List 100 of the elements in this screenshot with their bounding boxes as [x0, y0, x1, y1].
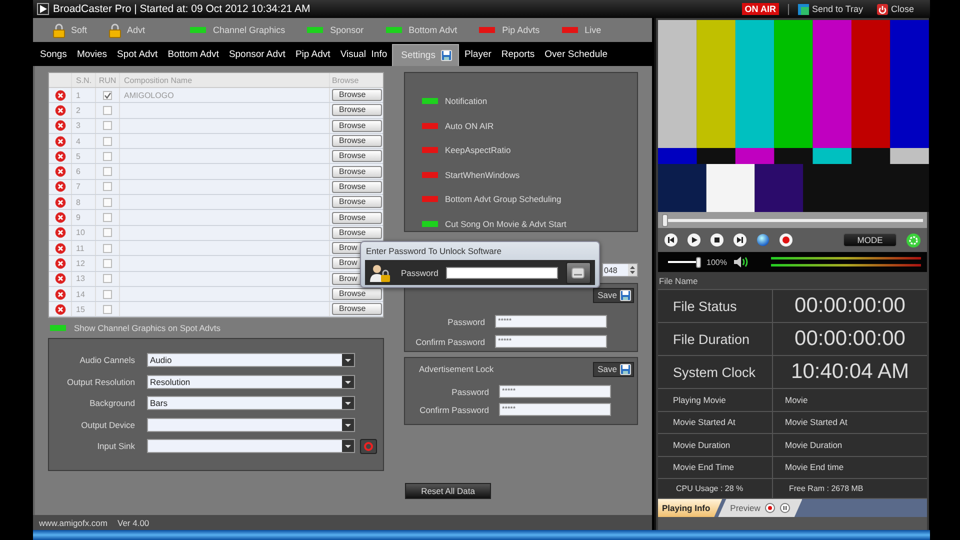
dropdown-field[interactable]: Resolution — [147, 374, 355, 388]
info-label: Movie End Time — [673, 462, 734, 472]
close-button[interactable]: Close — [876, 4, 914, 14]
field-label: Output Device — [80, 420, 135, 430]
save-button[interactable]: Save — [592, 288, 634, 302]
table-cell: 6 — [76, 167, 80, 176]
run-checkbox[interactable] — [103, 198, 112, 207]
tab[interactable]: Visual Info — [335, 42, 392, 66]
delete-icon[interactable] — [54, 212, 66, 224]
dropdown-icon — [342, 418, 354, 430]
spin-arrows-icon — [628, 264, 637, 276]
previous-icon[interactable] — [664, 233, 678, 247]
delete-icon[interactable] — [54, 150, 66, 162]
tab[interactable]: Over Schedule — [540, 42, 613, 66]
version-label: Ver 4.00 — [118, 518, 150, 528]
info-value: Movie Duration — [785, 440, 842, 450]
run-checkbox[interactable] — [103, 290, 112, 298]
delete-icon[interactable] — [54, 288, 66, 300]
password-field[interactable] — [446, 266, 558, 278]
delete-icon[interactable] — [54, 304, 66, 315]
save-icon — [620, 290, 631, 300]
volume-slider[interactable] — [668, 256, 701, 268]
slider-thumb[interactable] — [696, 256, 701, 268]
dropdown-icon — [342, 397, 354, 409]
browse-button[interactable]: Browse — [332, 196, 382, 208]
column-header: RUN — [98, 76, 116, 84]
tab[interactable]: Sponsor Advt — [224, 42, 290, 66]
number-spinner[interactable]: 048 — [602, 263, 638, 277]
tab[interactable]: Bottom Advt — [162, 42, 224, 66]
delete-icon[interactable] — [54, 258, 66, 269]
mode-button[interactable]: MODE — [843, 233, 897, 247]
browse-button[interactable]: Browse — [332, 150, 382, 162]
tab[interactable]: Player — [459, 42, 496, 66]
play-icon[interactable] — [687, 233, 701, 247]
tab[interactable]: Songs — [35, 42, 72, 66]
stop-icon[interactable] — [710, 233, 724, 247]
tab[interactable]: Playing Info — [658, 499, 722, 517]
run-checkbox[interactable] — [103, 228, 112, 238]
record-icon[interactable] — [765, 503, 776, 513]
pause-icon[interactable] — [780, 503, 790, 513]
delete-icon[interactable] — [54, 227, 66, 238]
dropdown-field[interactable] — [147, 418, 355, 432]
delete-icon[interactable] — [54, 181, 66, 192]
delete-icon[interactable] — [54, 104, 66, 116]
browse-button[interactable]: Browse — [332, 226, 382, 239]
seek-slider[interactable] — [662, 214, 923, 226]
browse-button[interactable]: Browse — [332, 104, 382, 116]
record-icon[interactable] — [779, 233, 793, 247]
browse-button[interactable]: Browse — [332, 135, 382, 148]
save-button[interactable]: Save — [592, 362, 634, 376]
delete-icon[interactable] — [54, 196, 66, 208]
send-to-tray-button[interactable]: Send to Tray — [798, 4, 863, 14]
slider-thumb[interactable] — [662, 214, 668, 226]
run-checkbox[interactable] — [103, 258, 112, 268]
browse-button[interactable]: Browse — [332, 288, 382, 300]
dropdown-icon — [342, 376, 354, 388]
run-checkbox[interactable] — [103, 182, 112, 192]
run-checkbox[interactable] — [103, 213, 112, 222]
unlock-button[interactable] — [566, 262, 591, 284]
run-checkbox[interactable] — [103, 121, 112, 130]
tab[interactable]: Pip Advt — [290, 42, 336, 66]
run-checkbox[interactable] — [103, 167, 112, 176]
browse-button[interactable]: Browse — [332, 180, 382, 193]
delete-icon[interactable] — [54, 90, 66, 101]
info-label: File Duration — [673, 332, 750, 346]
tab[interactable]: Spot Advt — [112, 42, 163, 66]
tab[interactable]: Reports — [496, 42, 540, 66]
delete-icon[interactable] — [54, 273, 66, 284]
browse-button[interactable]: Browse — [332, 212, 382, 224]
tab[interactable]: Preview — [718, 499, 802, 517]
run-checkbox[interactable] — [103, 244, 112, 253]
run-checkbox[interactable] — [103, 106, 112, 115]
delete-icon[interactable] — [54, 120, 66, 132]
dropdown-field[interactable]: Bars — [147, 396, 355, 410]
browse-button[interactable]: Browse — [332, 166, 382, 178]
run-checkbox[interactable] — [103, 136, 112, 146]
record-button[interactable] — [360, 438, 377, 454]
next-icon[interactable] — [733, 233, 747, 247]
reset-button[interactable]: Reset All Data — [405, 483, 491, 499]
delete-icon[interactable] — [54, 242, 66, 254]
window-title: BroadCaster Pro | Started at: 09 Oct 2012 10:34:21 AM — [53, 3, 310, 15]
dropdown-field[interactable]: Audio — [147, 353, 355, 367]
table-cell: 4 — [76, 136, 80, 146]
delete-icon[interactable] — [54, 136, 66, 147]
info-value: 00:00:00:00 — [794, 327, 906, 351]
browse-button[interactable]: Browse — [332, 303, 382, 316]
option-label: Bottom Advt Group Scheduling — [445, 194, 562, 204]
browse-button[interactable]: Browse — [332, 120, 382, 132]
gear-icon[interactable] — [906, 232, 921, 248]
run-checkbox[interactable] — [103, 274, 112, 284]
dropdown-field[interactable] — [147, 439, 355, 453]
run-checkbox[interactable] — [103, 304, 112, 314]
sphere-icon[interactable] — [756, 233, 770, 247]
browse-button[interactable]: Browse — [332, 89, 382, 102]
delete-icon[interactable] — [54, 166, 66, 178]
run-checkbox[interactable] — [103, 152, 112, 161]
tab[interactable]: Movies — [72, 42, 112, 66]
run-checkbox[interactable] — [103, 90, 112, 100]
info-value: 10:40:04 AM — [791, 360, 909, 384]
table-cell: 11 — [76, 244, 84, 253]
